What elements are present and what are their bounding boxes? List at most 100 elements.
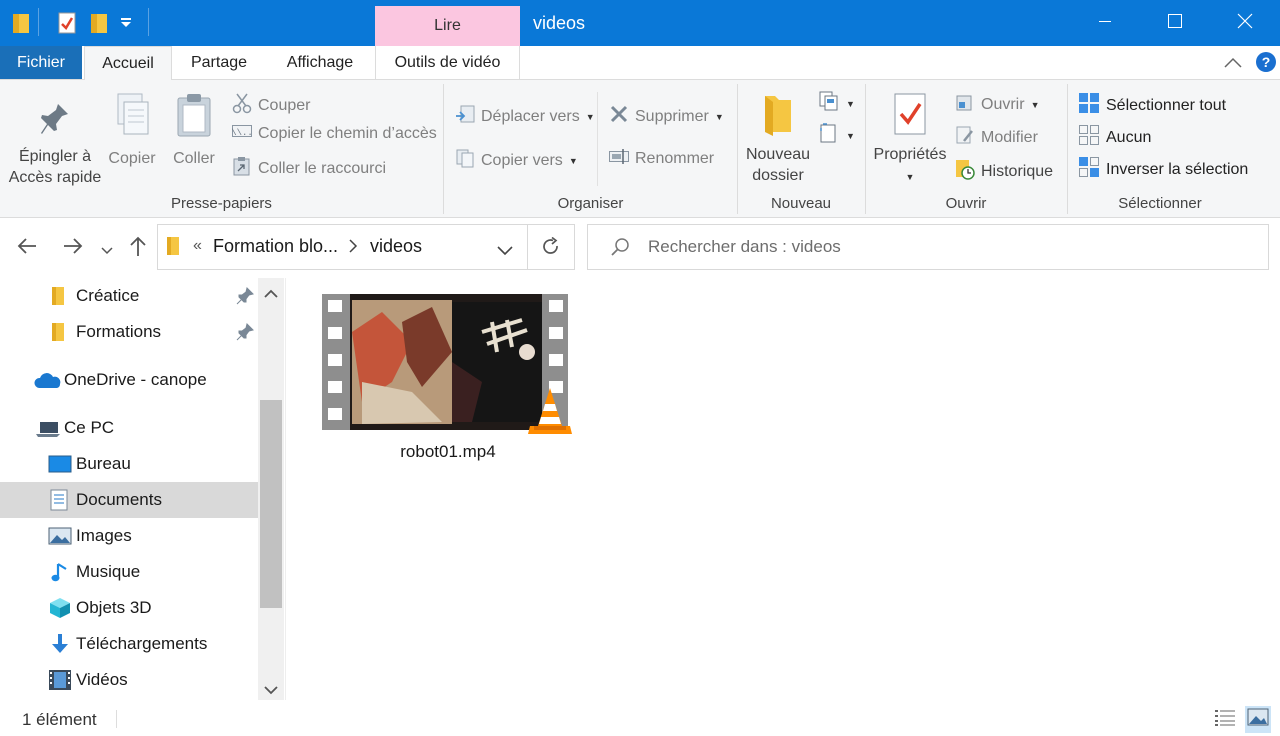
- new-folder-label-1: Nouveau: [745, 146, 811, 163]
- properties-quick-icon[interactable]: [58, 12, 76, 39]
- scroll-thumb[interactable]: [260, 400, 282, 608]
- vlc-cone-icon: [526, 386, 574, 443]
- nav-item-musique[interactable]: Musique: [0, 554, 258, 590]
- copy-icon: [104, 92, 160, 148]
- nav-item-images[interactable]: Images: [0, 518, 258, 554]
- paste-clipboard-icon: [166, 92, 222, 148]
- nav-item-label: Téléchargements: [76, 634, 208, 653]
- nav-item-formations[interactable]: Formations: [0, 314, 258, 350]
- address-dropdown-icon[interactable]: [497, 243, 513, 261]
- address-bar[interactable]: « Formation blo... videos: [157, 224, 575, 270]
- pin-label-2: Accès rapide: [8, 169, 102, 186]
- copy-path-button[interactable]: \\.. Copier le chemin d’accès: [231, 124, 437, 143]
- nav-scrollbar[interactable]: [258, 278, 284, 700]
- details-view-icon[interactable]: [1214, 708, 1236, 731]
- scroll-down-icon[interactable]: [264, 682, 278, 700]
- open-icon: [955, 92, 975, 117]
- nav-item-bureau[interactable]: Bureau: [0, 446, 258, 482]
- history-button[interactable]: Historique: [955, 158, 1053, 185]
- maximize-button[interactable]: [1140, 0, 1210, 46]
- nav-item-label: Vidéos: [76, 670, 128, 689]
- back-arrow-icon[interactable]: [16, 236, 38, 261]
- group-label-clipboard: Presse-papiers: [171, 195, 272, 212]
- nav-item-onedrive[interactable]: OneDrive - canope: [0, 362, 258, 398]
- tab-partage[interactable]: Partage: [180, 46, 258, 80]
- pin-label-1: Épingler à: [18, 148, 92, 165]
- edit-button[interactable]: Modifier: [955, 125, 1038, 150]
- move-to-button[interactable]: Déplacer vers ▼: [455, 104, 595, 129]
- invert-selection-button[interactable]: Inverser la sélection: [1078, 156, 1248, 183]
- pin-icon: [8, 100, 102, 146]
- nav-item-creatice[interactable]: Créatice: [0, 278, 258, 314]
- separator: [527, 225, 528, 269]
- breadcrumb-overflow[interactable]: «: [193, 237, 202, 255]
- paste-shortcut-button[interactable]: Coller le raccourci: [232, 156, 386, 181]
- forward-arrow-icon[interactable]: [62, 236, 84, 261]
- refresh-icon[interactable]: [541, 236, 561, 262]
- separator: [38, 8, 39, 36]
- tab-fichier[interactable]: Fichier: [0, 46, 82, 79]
- copy-button[interactable]: Copier: [104, 92, 160, 169]
- nav-item-ce-pc[interactable]: Ce PC: [0, 410, 258, 446]
- nav-item-objets-3d[interactable]: Objets 3D: [0, 590, 258, 626]
- breadcrumb-chevron-icon[interactable]: [348, 239, 358, 258]
- nav-item-telechargements[interactable]: Téléchargements: [0, 626, 258, 662]
- select-none-button[interactable]: Aucun: [1078, 124, 1151, 151]
- breadcrumb-formation[interactable]: Formation blo...: [213, 236, 338, 257]
- pin-icon[interactable]: [236, 287, 254, 310]
- rename-button[interactable]: Renommer: [609, 148, 714, 169]
- nav-item-label: Musique: [76, 562, 141, 581]
- scissors-icon: [232, 92, 252, 119]
- new-folder-button[interactable]: Nouveau dossier: [742, 92, 814, 186]
- copy-to-label: Copier vers: [481, 151, 563, 169]
- delete-x-icon: [609, 104, 629, 129]
- collapse-ribbon-icon[interactable]: [1224, 56, 1242, 74]
- new-folder-quick-icon[interactable]: [90, 12, 108, 39]
- open-button[interactable]: Ouvrir ▼: [955, 92, 1039, 117]
- chevron-down-icon: ▼: [846, 98, 855, 109]
- navigation-bar: « Formation blo... videos Rechercher dan…: [0, 218, 1280, 278]
- breadcrumb-videos[interactable]: videos: [370, 236, 422, 257]
- chevron-down-icon: ▼: [585, 111, 595, 122]
- tab-outils-de-video[interactable]: Outils de vidéo: [375, 46, 520, 80]
- recent-locations-chevron-icon[interactable]: [101, 242, 113, 260]
- separator: [116, 710, 117, 728]
- copy-to-button[interactable]: Copier vers ▼: [455, 148, 578, 173]
- file-item-robot01[interactable]: robot01.mp4: [322, 292, 574, 468]
- search-box[interactable]: Rechercher dans : videos: [587, 224, 1269, 270]
- group-label-new: Nouveau: [770, 195, 832, 212]
- large-icons-view-icon[interactable]: [1245, 706, 1271, 733]
- tab-affichage[interactable]: Affichage: [270, 46, 370, 80]
- nav-item-label: Créatice: [76, 286, 140, 305]
- svg-text:\\..: \\..: [232, 128, 252, 138]
- minimize-icon: [1098, 14, 1112, 33]
- properties-button[interactable]: Propriétés ▼: [870, 92, 950, 188]
- up-arrow-icon[interactable]: [128, 235, 148, 262]
- maximize-icon: [1167, 13, 1183, 34]
- move-to-label: Déplacer vers: [481, 107, 580, 125]
- onedrive-cloud-icon: [34, 372, 62, 392]
- paste-button[interactable]: Coller: [166, 92, 222, 169]
- close-button[interactable]: [1210, 0, 1280, 46]
- folder-icon: [50, 322, 72, 342]
- file-name-label[interactable]: robot01.mp4: [382, 442, 514, 462]
- cut-button[interactable]: Couper: [232, 92, 310, 119]
- nav-item-videos[interactable]: Vidéos: [0, 662, 258, 698]
- delete-button[interactable]: Supprimer ▼: [609, 104, 724, 129]
- folder-icon: [50, 286, 72, 306]
- select-all-button[interactable]: Sélectionner tout: [1078, 92, 1226, 119]
- search-input[interactable]: Rechercher dans : videos: [648, 237, 841, 257]
- pin-icon[interactable]: [236, 323, 254, 346]
- scroll-up-icon[interactable]: [264, 286, 278, 304]
- download-arrow-icon: [50, 633, 72, 653]
- move-to-icon: [455, 104, 475, 129]
- customize-quick-access-icon[interactable]: [120, 16, 132, 34]
- nav-item-documents[interactable]: Documents: [0, 482, 258, 518]
- help-icon[interactable]: ?: [1255, 51, 1277, 78]
- new-item-button[interactable]: ▼: [818, 90, 855, 117]
- easy-access-button[interactable]: ▼: [818, 122, 855, 149]
- laptop-icon: [34, 420, 62, 440]
- tab-accueil[interactable]: Accueil: [84, 46, 172, 81]
- minimize-button[interactable]: [1070, 0, 1140, 46]
- pin-quick-access-button[interactable]: Épingler à Accès rapide: [8, 100, 102, 188]
